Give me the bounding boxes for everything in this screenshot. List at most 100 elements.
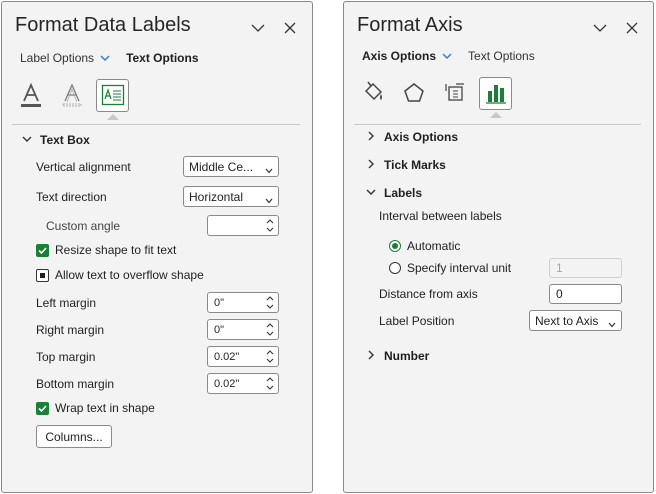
tab-label: Text Options bbox=[468, 49, 535, 63]
button-label: Columns... bbox=[45, 429, 103, 444]
section-title: Axis Options bbox=[384, 130, 459, 144]
spinner-arrows-icon[interactable] bbox=[266, 295, 274, 310]
custom-angle-spinner[interactable] bbox=[207, 215, 279, 236]
vertical-alignment-label: Vertical alignment bbox=[36, 160, 131, 174]
text-fill-icon[interactable] bbox=[14, 79, 47, 112]
label-position-dropdown[interactable]: Next to Axis bbox=[529, 310, 622, 331]
tab-label: Axis Options bbox=[362, 49, 437, 63]
chevron-down-icon[interactable] bbox=[250, 20, 266, 36]
automatic-radio[interactable]: Automatic bbox=[389, 239, 460, 253]
chevron-down-icon bbox=[442, 49, 452, 63]
wrap-text-checkbox[interactable]: Wrap text in shape bbox=[36, 401, 155, 415]
right-margin-spinner[interactable]: 0" bbox=[207, 319, 279, 340]
dropdown-value: Horizontal bbox=[189, 189, 244, 204]
format-axis-pane: Format Axis Axis Options Text Options Ax… bbox=[343, 1, 654, 493]
chevron-right-icon bbox=[366, 158, 376, 172]
checkbox-partial-icon[interactable] bbox=[36, 268, 49, 282]
spinner-value: 0" bbox=[214, 323, 225, 336]
radio-label: Specify interval unit bbox=[407, 261, 512, 275]
spinner-value: 0.02" bbox=[214, 350, 240, 363]
effects-icon[interactable] bbox=[397, 77, 430, 110]
section-text-box[interactable]: Text Box bbox=[22, 133, 90, 147]
text-direction-dropdown[interactable]: Horizontal bbox=[183, 186, 279, 207]
label-text: Left margin bbox=[36, 296, 97, 310]
tab-axis-options[interactable]: Axis Options bbox=[362, 49, 468, 63]
chevron-down-icon bbox=[265, 193, 273, 206]
checkbox-label: Wrap text in shape bbox=[55, 401, 155, 415]
allow-overflow-checkbox[interactable]: Allow text to overflow shape bbox=[36, 268, 204, 282]
chevron-right-icon bbox=[366, 130, 376, 144]
tab-label: Text Options bbox=[126, 51, 199, 65]
spinner-value: 0" bbox=[214, 296, 225, 309]
checkbox-label: Resize shape to fit text bbox=[55, 243, 177, 257]
spinner-value: 0.02" bbox=[214, 377, 240, 390]
section-labels[interactable]: Labels bbox=[366, 186, 422, 200]
axis-options-icon[interactable] bbox=[479, 76, 512, 118]
pane-title: Format Axis bbox=[357, 14, 463, 36]
vertical-alignment-dropdown[interactable]: Middle Ce... bbox=[183, 156, 279, 177]
tab-label: Label Options bbox=[20, 51, 95, 65]
interval-label: Interval between labels bbox=[379, 209, 502, 223]
custom-angle-label: Custom angle bbox=[46, 219, 120, 233]
text-box-icon[interactable] bbox=[96, 78, 129, 120]
section-title: Tick Marks bbox=[384, 158, 446, 172]
label-text: Right margin bbox=[36, 323, 105, 337]
left-margin-spinner[interactable]: 0" bbox=[207, 292, 279, 313]
tab-text-options[interactable]: Text Options bbox=[126, 51, 198, 65]
category-icons bbox=[356, 74, 520, 118]
section-title: Labels bbox=[384, 186, 423, 200]
chevron-right-icon bbox=[366, 349, 376, 363]
divider bbox=[354, 124, 641, 125]
options-tabs: Axis Options Text Options bbox=[362, 49, 535, 63]
resize-shape-checkbox[interactable]: Resize shape to fit text bbox=[36, 243, 176, 257]
columns-button[interactable]: Columns... bbox=[36, 425, 112, 448]
left-margin-label: Left margin bbox=[36, 296, 96, 310]
chevron-down-icon[interactable] bbox=[592, 20, 608, 36]
checkbox-checked-icon[interactable] bbox=[36, 243, 49, 257]
close-icon[interactable] bbox=[624, 20, 640, 36]
tab-text-options[interactable]: Text Options bbox=[468, 49, 535, 63]
tab-label-options[interactable]: Label Options bbox=[20, 51, 126, 65]
label-text: Text direction bbox=[36, 190, 107, 204]
label-text: Label Position bbox=[379, 314, 455, 328]
radio-unselected-icon[interactable] bbox=[389, 262, 401, 274]
label-position-label: Label Position bbox=[379, 314, 454, 328]
chevron-down-icon bbox=[366, 186, 376, 200]
bottom-margin-label: Bottom margin bbox=[36, 377, 114, 391]
spinner-arrows-icon[interactable] bbox=[266, 218, 274, 233]
section-axis-options[interactable]: Axis Options bbox=[366, 130, 458, 144]
interval-unit-input[interactable]: 1 bbox=[549, 258, 622, 278]
fill-line-icon[interactable] bbox=[356, 77, 389, 110]
checkbox-label: Allow text to overflow shape bbox=[55, 268, 204, 282]
section-title: Text Box bbox=[40, 133, 90, 147]
label-text: Distance from axis bbox=[379, 287, 478, 301]
options-tabs: Label Options Text Options bbox=[20, 51, 199, 65]
section-number[interactable]: Number bbox=[366, 349, 429, 363]
chevron-down-icon bbox=[265, 163, 273, 176]
close-icon[interactable] bbox=[282, 20, 298, 36]
text-outline-icon[interactable] bbox=[55, 79, 88, 112]
chevron-down-icon bbox=[100, 51, 110, 65]
input-value: 0 bbox=[556, 287, 563, 301]
dropdown-value: Middle Ce... bbox=[189, 159, 254, 174]
label-text: Vertical alignment bbox=[36, 160, 131, 174]
spinner-arrows-icon[interactable] bbox=[266, 349, 274, 364]
distance-from-axis-input[interactable]: 0 bbox=[549, 284, 622, 304]
divider bbox=[12, 124, 300, 125]
input-value: 1 bbox=[556, 261, 563, 275]
bottom-margin-spinner[interactable]: 0.02" bbox=[207, 373, 279, 394]
distance-label: Distance from axis bbox=[379, 287, 478, 301]
spinner-arrows-icon[interactable] bbox=[266, 322, 274, 337]
size-properties-icon[interactable] bbox=[438, 77, 471, 110]
format-data-labels-pane: Format Data Labels Label Options Text Op… bbox=[1, 1, 313, 493]
radio-selected-icon[interactable] bbox=[389, 240, 401, 252]
section-tick-marks[interactable]: Tick Marks bbox=[366, 158, 446, 172]
checkbox-checked-icon[interactable] bbox=[36, 401, 49, 415]
spinner-arrows-icon[interactable] bbox=[266, 376, 274, 391]
specify-interval-radio[interactable]: Specify interval unit bbox=[389, 261, 511, 275]
top-margin-spinner[interactable]: 0.02" bbox=[207, 346, 279, 367]
section-title: Number bbox=[384, 349, 430, 363]
radio-label: Automatic bbox=[407, 239, 461, 253]
category-icons bbox=[14, 76, 137, 120]
label-text: Interval between labels bbox=[379, 209, 502, 223]
